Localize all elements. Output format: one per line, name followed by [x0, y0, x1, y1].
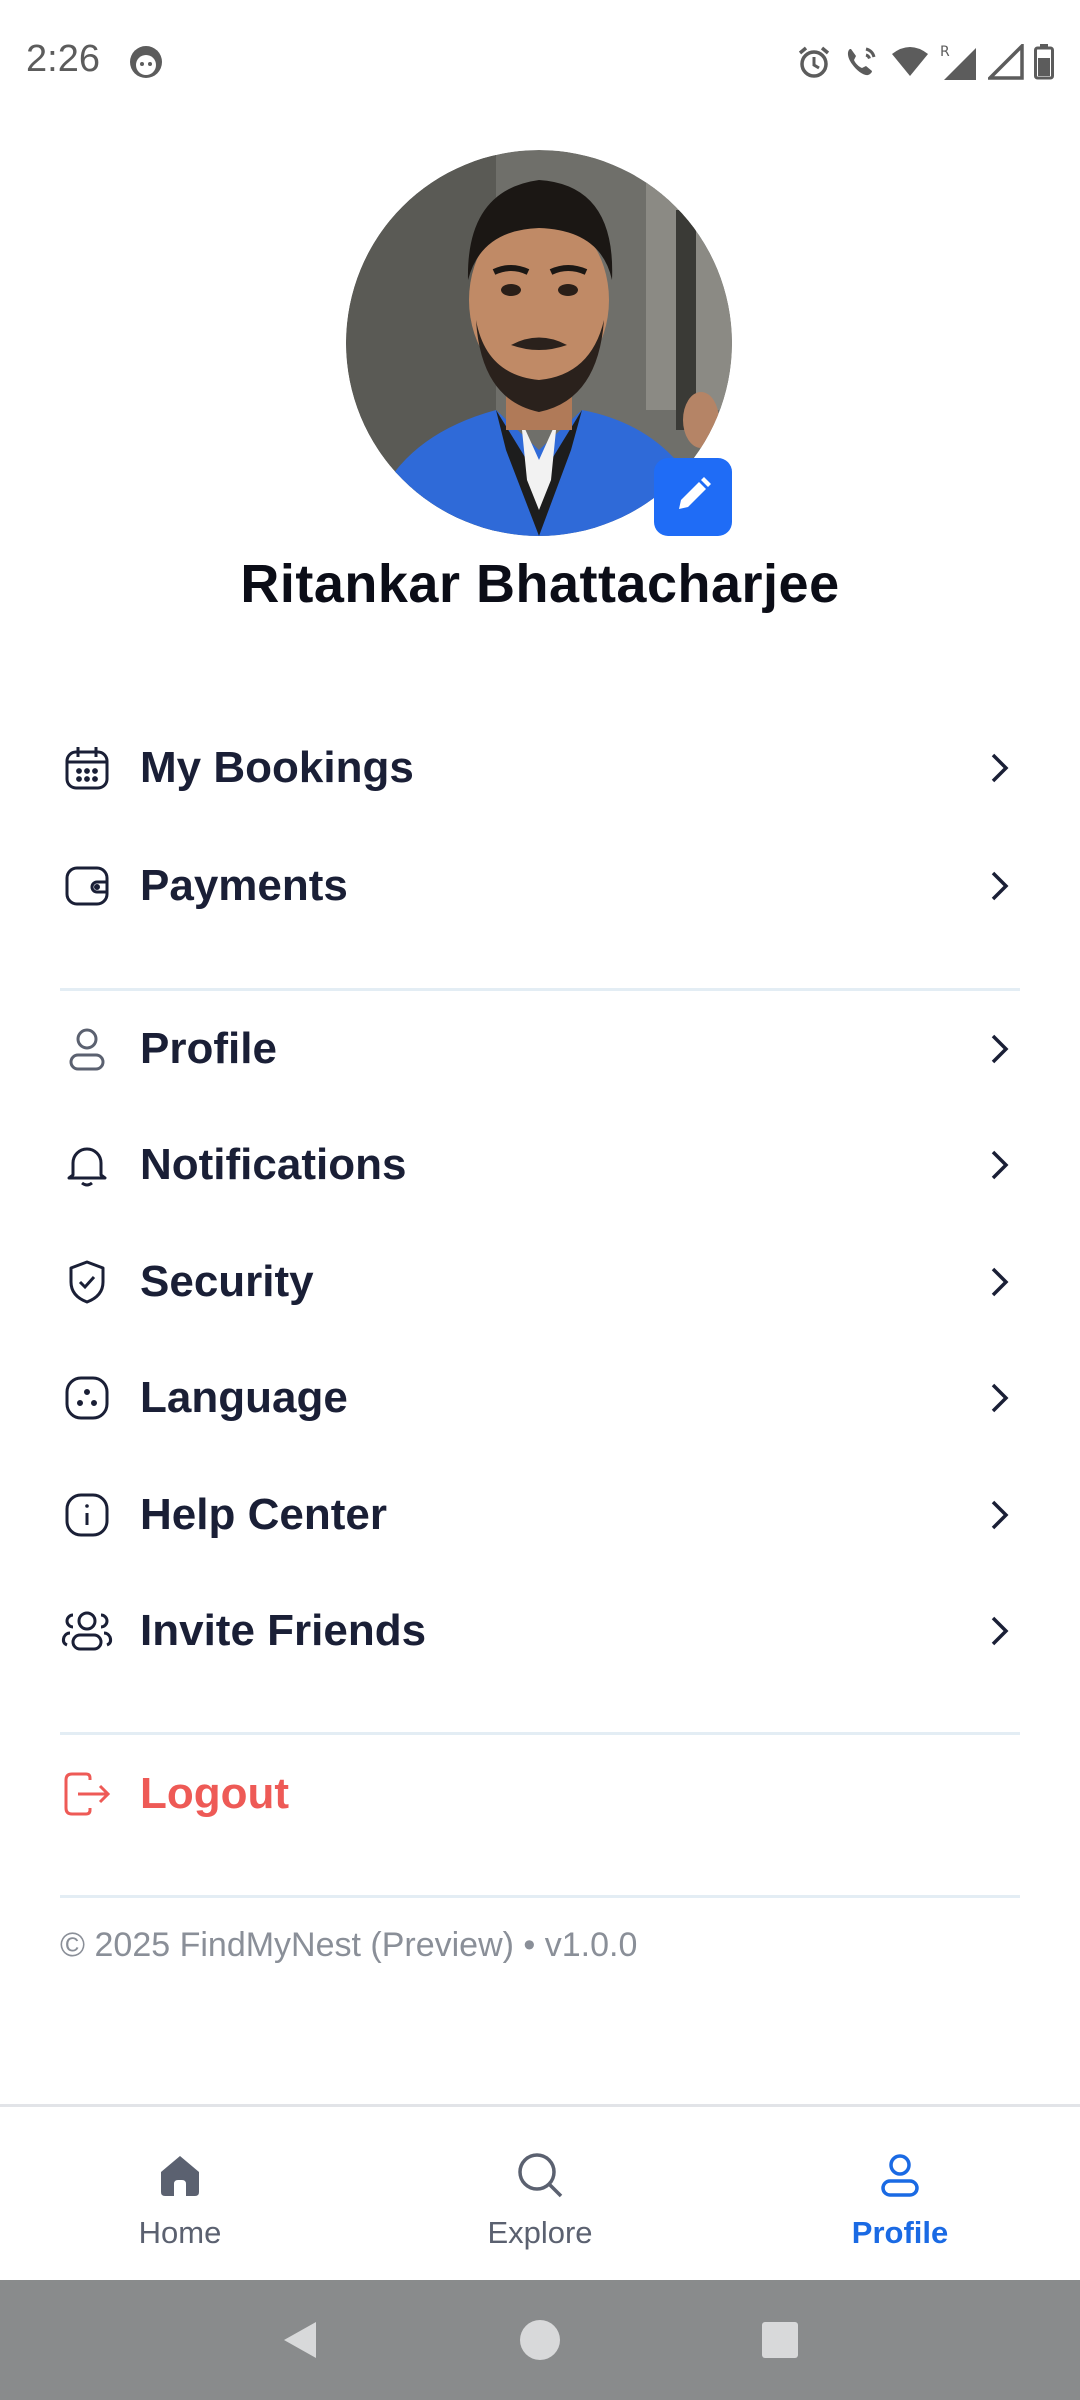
- user-icon: [874, 2149, 926, 2201]
- menu-label: Profile: [140, 1024, 277, 1073]
- wifi-icon: [890, 44, 930, 80]
- menu-label: Payments: [140, 861, 348, 910]
- back-icon[interactable]: [276, 2316, 324, 2364]
- menu-label: Security: [140, 1257, 314, 1306]
- chevron-right-icon: [980, 1611, 1020, 1651]
- menu-item-notifications[interactable]: Notifications: [60, 1115, 1020, 1215]
- divider: [60, 1732, 1020, 1735]
- bottom-nav: Home Explore Profile: [0, 2104, 1080, 2280]
- status-bar: 2:26 R: [0, 0, 1080, 126]
- chevron-right-icon: [980, 1029, 1020, 1069]
- wifi-calling-icon: [842, 43, 880, 81]
- menu-label: Invite Friends: [140, 1606, 427, 1655]
- tab-label: Explore: [487, 2215, 593, 2250]
- menu-item-security[interactable]: Security: [60, 1232, 1020, 1332]
- bell-icon: [60, 1138, 114, 1192]
- logout-icon: [60, 1767, 114, 1821]
- tab-label: Profile: [851, 2215, 949, 2250]
- menu-item-help-center[interactable]: Help Center: [60, 1465, 1020, 1565]
- svg-text:R: R: [940, 44, 950, 60]
- status-icons: R: [796, 42, 1054, 82]
- logout-button[interactable]: Logout: [60, 1744, 1020, 1844]
- home-icon: [154, 2149, 206, 2201]
- chevron-right-icon: [980, 1145, 1020, 1185]
- divider: [60, 1895, 1020, 1898]
- tab-profile[interactable]: Profile: [720, 2107, 1080, 2280]
- pencil-icon: [671, 473, 715, 521]
- status-time: 2:26: [26, 38, 100, 80]
- search-icon: [514, 2149, 566, 2201]
- users-icon: [60, 1604, 114, 1658]
- recents-icon[interactable]: [756, 2316, 804, 2364]
- info-icon: [60, 1488, 114, 1542]
- copyright-text: © 2025 FindMyNest (Preview) • v1.0.0: [60, 1926, 638, 1964]
- avatar-container: [346, 150, 732, 536]
- wallet-icon: [60, 859, 114, 913]
- menu-label: Notifications: [140, 1140, 407, 1189]
- signal-roaming-icon: R: [940, 42, 978, 82]
- chevron-right-icon: [980, 748, 1020, 788]
- shield-check-icon: [60, 1255, 114, 1309]
- edit-avatar-button[interactable]: [654, 458, 732, 536]
- menu-label: Help Center: [140, 1490, 387, 1539]
- home-circle-icon[interactable]: [516, 2316, 564, 2364]
- system-nav-bar: [0, 2280, 1080, 2400]
- signal-icon: [988, 44, 1024, 80]
- chevron-right-icon: [980, 1378, 1020, 1418]
- menu-item-my-bookings[interactable]: My Bookings: [60, 718, 1020, 818]
- profile-screen: 2:26 R Ritankar Bhattacharjee My Booking…: [0, 0, 1080, 2400]
- tab-label: Home: [138, 2215, 222, 2250]
- app-notification-icon: [128, 44, 164, 80]
- logout-label: Logout: [140, 1769, 290, 1818]
- user-name: Ritankar Bhattacharjee: [240, 554, 840, 614]
- menu-item-profile[interactable]: Profile: [60, 999, 1020, 1099]
- globe-icon: [60, 1371, 114, 1425]
- menu-item-language[interactable]: Language: [60, 1348, 1020, 1448]
- tab-explore[interactable]: Explore: [360, 2107, 720, 2280]
- alarm-icon: [796, 44, 832, 80]
- menu-item-invite-friends[interactable]: Invite Friends: [60, 1581, 1020, 1681]
- menu-label: Language: [140, 1373, 348, 1422]
- tab-home[interactable]: Home: [0, 2107, 360, 2280]
- chevron-right-icon: [980, 1262, 1020, 1302]
- chevron-right-icon: [980, 1495, 1020, 1535]
- battery-icon: [1034, 44, 1054, 80]
- menu-label: My Bookings: [140, 743, 414, 792]
- chevron-right-icon: [980, 866, 1020, 906]
- menu-item-payments[interactable]: Payments: [60, 836, 1020, 936]
- calendar-icon: [60, 741, 114, 795]
- divider: [60, 988, 1020, 991]
- user-icon: [60, 1022, 114, 1076]
